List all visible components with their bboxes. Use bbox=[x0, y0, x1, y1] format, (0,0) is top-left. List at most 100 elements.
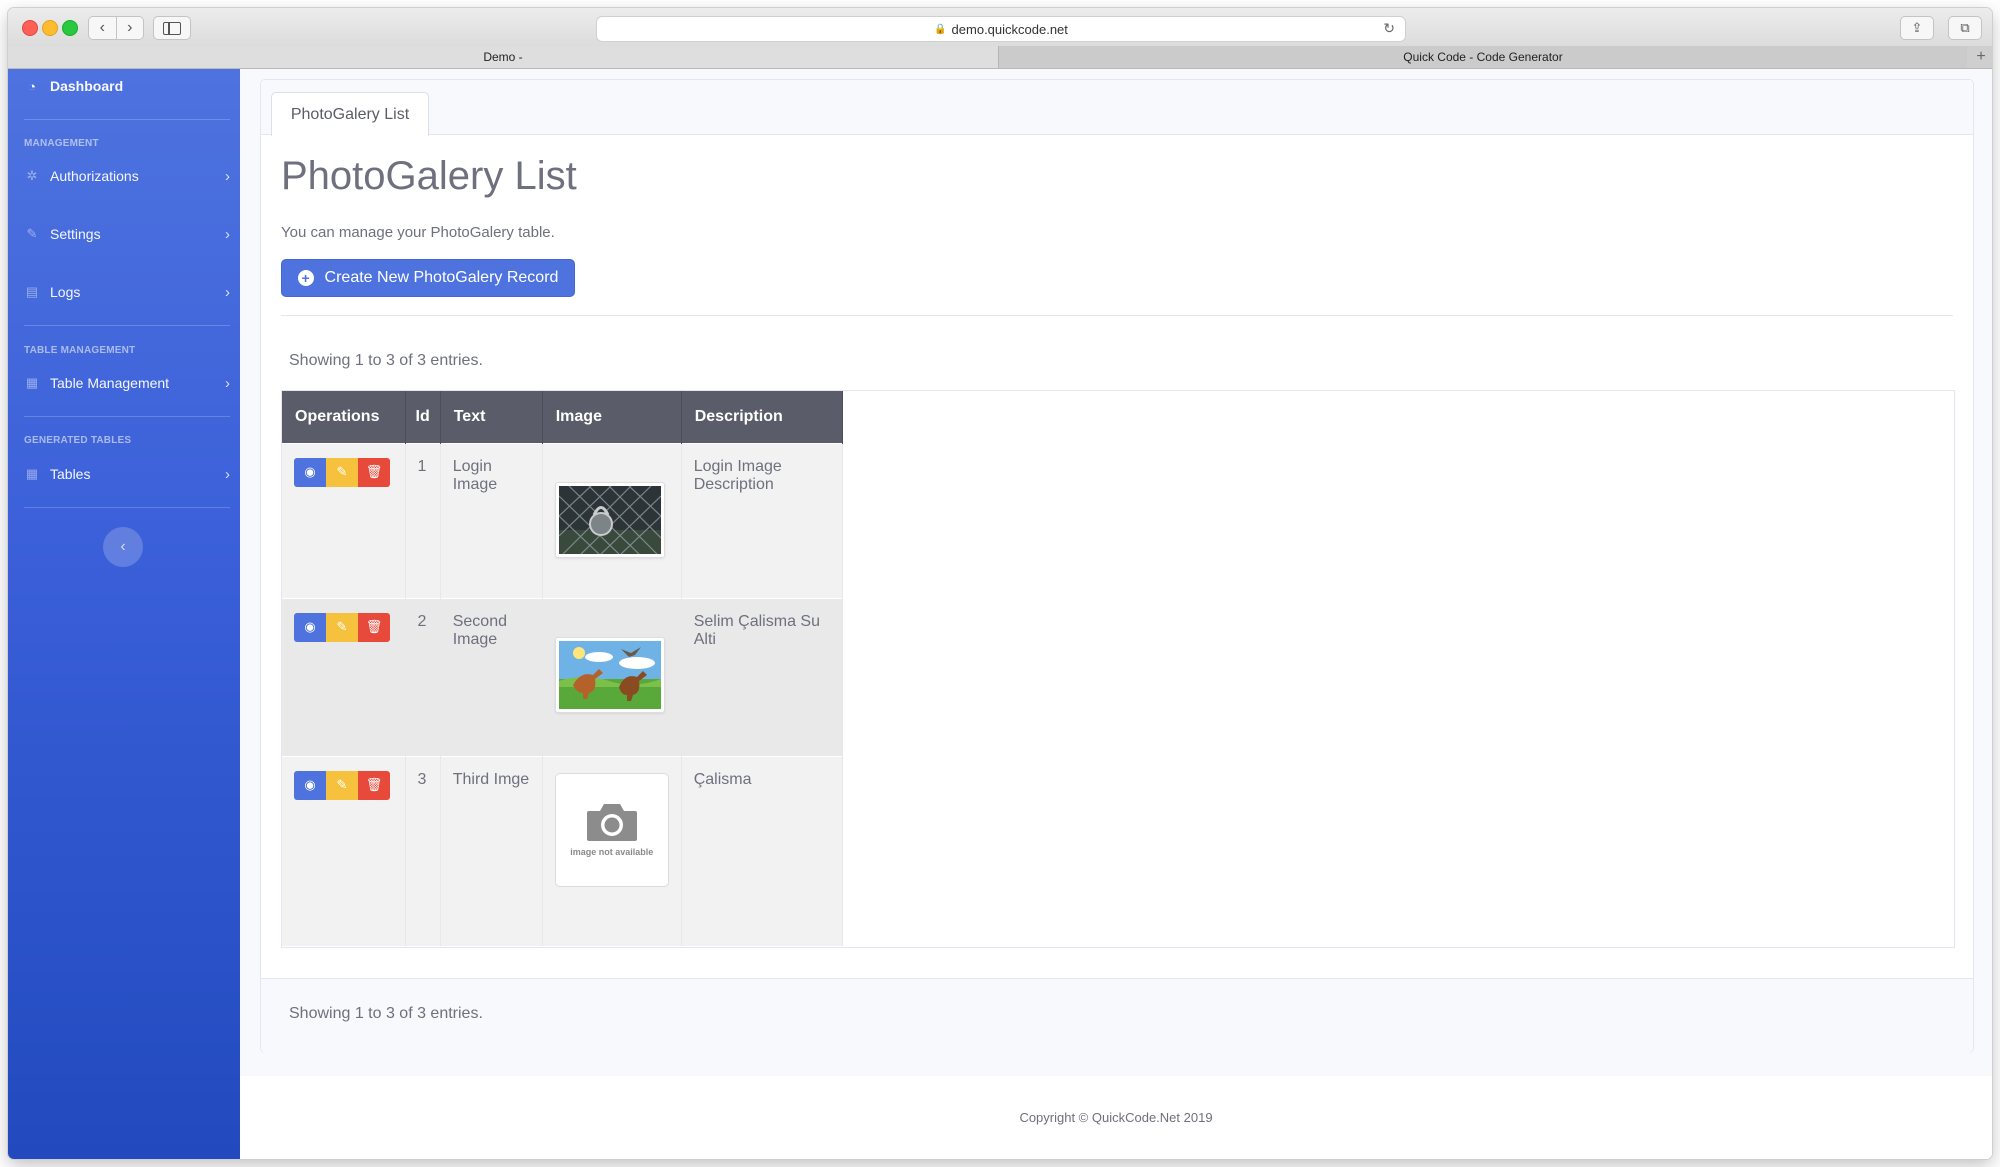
card-header: PhotoGalery List bbox=[261, 80, 1973, 136]
id-cell: 2 bbox=[405, 597, 441, 756]
eye-icon: ◉ bbox=[304, 777, 316, 792]
edit-button[interactable]: ✎ bbox=[326, 612, 358, 642]
table-row: ◉ ✎ 🗑 3 Third Imge image not available Ç… bbox=[282, 755, 843, 946]
delete-button[interactable]: 🗑 bbox=[358, 612, 390, 642]
reload-icon[interactable]: ↻ bbox=[1383, 20, 1395, 37]
description-cell: Login Image Description bbox=[681, 442, 843, 598]
share-icon: ⇪ bbox=[1911, 20, 1923, 35]
share-button[interactable]: ⇪ bbox=[1900, 16, 1934, 40]
chevron-right-icon: › bbox=[225, 167, 230, 185]
photogalery-table: Operations Id Text Image Description ◉ ✎… bbox=[282, 391, 843, 946]
no-image-caption: image not available bbox=[570, 847, 654, 857]
cog-icon: ✲ bbox=[26, 168, 38, 183]
column-header-text: Text bbox=[440, 391, 543, 443]
new-tab-icon[interactable]: + bbox=[1970, 46, 1992, 68]
sidebar-item-label: Authorizations bbox=[50, 168, 139, 184]
id-cell: 3 bbox=[405, 755, 441, 946]
sidebar-item-logs[interactable]: ▤ Logs › bbox=[24, 277, 230, 307]
delete-button[interactable]: 🗑 bbox=[358, 457, 390, 487]
sidebar-item-settings[interactable]: ✎ Settings › bbox=[24, 219, 230, 249]
chevron-right-icon: › bbox=[225, 465, 230, 483]
trash-icon: 🗑 bbox=[365, 619, 383, 634]
sidebar-heading-table-management: TABLE MANAGEMENT bbox=[24, 345, 136, 356]
sidebar-item-label: Logs bbox=[50, 284, 81, 300]
chevron-right-icon: › bbox=[225, 225, 230, 243]
description-cell: Çalisma bbox=[681, 755, 843, 946]
create-record-button[interactable]: + Create New PhotoGalery Record bbox=[281, 259, 575, 297]
column-header-id: Id bbox=[405, 391, 441, 443]
operations-cell: ◉ ✎ 🗑 bbox=[282, 755, 406, 946]
sidebar-heading-management: MANAGEMENT bbox=[24, 138, 99, 149]
url-text: demo.quickcode.net bbox=[951, 21, 1068, 37]
browser-tab-quickcode[interactable]: Quick Code - Code Generator bbox=[999, 46, 1967, 68]
padlock-photo-thumbnail[interactable] bbox=[554, 481, 665, 558]
image-not-available-placeholder[interactable]: image not available bbox=[554, 772, 669, 887]
table-icon: ▦ bbox=[25, 466, 39, 481]
dinosaur-photo bbox=[558, 640, 661, 709]
sidebar-item-tables[interactable]: ▦ Tables › bbox=[24, 459, 230, 489]
image-cell: image not available bbox=[542, 755, 682, 946]
chevron-left-icon: ‹ bbox=[120, 538, 126, 555]
page-subtitle: You can manage your PhotoGalery table. bbox=[281, 224, 555, 241]
entries-info-bottom: Showing 1 to 3 of 3 entries. bbox=[289, 1005, 483, 1022]
row-actions: ◉ ✎ 🗑 bbox=[294, 770, 393, 800]
back-arrow-icon[interactable]: ‹ bbox=[89, 17, 117, 39]
photogalery-card: PhotoGalery List PhotoGalery List You ca… bbox=[260, 79, 1974, 1053]
zoom-window-button[interactable] bbox=[62, 20, 78, 36]
forward-arrow-icon[interactable]: › bbox=[117, 17, 144, 39]
table-icon: ▦ bbox=[25, 375, 39, 390]
edit-icon: ✎ bbox=[336, 464, 348, 479]
row-actions: ◉ ✎ 🗑 bbox=[294, 457, 393, 487]
trash-icon: 🗑 bbox=[365, 777, 383, 792]
sidebar-item-authorizations[interactable]: ✲ Authorizations › bbox=[24, 161, 230, 191]
column-header-image: Image bbox=[542, 391, 682, 443]
sidebar-item-table-management[interactable]: ▦ Table Management › bbox=[24, 368, 230, 398]
id-cell: 1 bbox=[405, 442, 441, 598]
table-row: ◉ ✎ 🗑 2 Second Image Selim Çalisma Su Al… bbox=[282, 597, 843, 756]
image-cell bbox=[542, 597, 682, 756]
copyright-text: Copyright © QuickCode.Net 2019 bbox=[1019, 1110, 1213, 1125]
minimize-window-button[interactable] bbox=[42, 20, 58, 36]
tachometer-icon: ◔ bbox=[28, 78, 36, 94]
browser-tabbar: Demo - Quick Code - Code Generator + bbox=[8, 46, 1992, 69]
view-button[interactable]: ◉ bbox=[294, 457, 326, 487]
close-window-button[interactable] bbox=[22, 20, 38, 36]
view-button[interactable]: ◉ bbox=[294, 770, 326, 800]
sidebar-heading-generated-tables: GENERATED TABLES bbox=[24, 435, 132, 446]
text-cell: Login Image bbox=[440, 442, 543, 598]
view-button[interactable]: ◉ bbox=[294, 612, 326, 642]
eye-icon: ◉ bbox=[304, 619, 316, 634]
column-header-operations: Operations bbox=[282, 391, 406, 443]
edit-button[interactable]: ✎ bbox=[326, 457, 358, 487]
padlock-photo bbox=[558, 485, 661, 554]
table-row: ◉ ✎ 🗑 1 Login Image Login Image Descript… bbox=[282, 442, 843, 598]
chevron-right-icon: › bbox=[225, 283, 230, 301]
app-sidebar: ◔ Dashboard MANAGEMENT ✲ Authorizations … bbox=[8, 69, 240, 1159]
text-cell: Third Imge bbox=[440, 755, 543, 946]
edit-button[interactable]: ✎ bbox=[326, 770, 358, 800]
show-tabs-button[interactable]: ⧉ bbox=[1948, 16, 1982, 40]
edit-icon: ✎ bbox=[336, 777, 348, 792]
page-title: PhotoGalery List bbox=[281, 154, 577, 198]
dinosaur-photo-thumbnail[interactable] bbox=[554, 636, 665, 713]
trash-icon: 🗑 bbox=[365, 464, 383, 479]
address-bar[interactable]: 🔒 demo.quickcode.net ↻ bbox=[596, 16, 1406, 42]
sidebar-item-dashboard[interactable]: ◔ Dashboard bbox=[24, 71, 230, 101]
sidebar-item-label: Table Management bbox=[50, 375, 170, 391]
entries-info-top: Showing 1 to 3 of 3 entries. bbox=[289, 352, 483, 369]
sidebar-item-label: Tables bbox=[50, 466, 91, 482]
card-footer: Showing 1 to 3 of 3 entries. bbox=[261, 978, 1973, 1053]
image-cell bbox=[542, 442, 682, 598]
browser-tab-demo[interactable]: Demo - bbox=[8, 46, 999, 68]
sidebar-toggle-button[interactable]: ‹ bbox=[103, 527, 143, 567]
sidebar-item-label: Settings bbox=[50, 226, 101, 242]
text-cell: Second Image bbox=[440, 597, 543, 756]
delete-button[interactable]: 🗑 bbox=[358, 770, 390, 800]
tab-photogalery-list[interactable]: PhotoGalery List bbox=[271, 92, 429, 136]
tabs-overview-icon: ⧉ bbox=[1960, 20, 1970, 35]
sidebar-item-label: Dashboard bbox=[50, 78, 124, 94]
main-content: PhotoGalery List PhotoGalery List You ca… bbox=[240, 69, 1992, 1159]
camera-icon bbox=[586, 804, 637, 841]
browser-sidebar-toggle[interactable] bbox=[153, 16, 191, 40]
lock-icon: 🔒 bbox=[934, 23, 947, 35]
